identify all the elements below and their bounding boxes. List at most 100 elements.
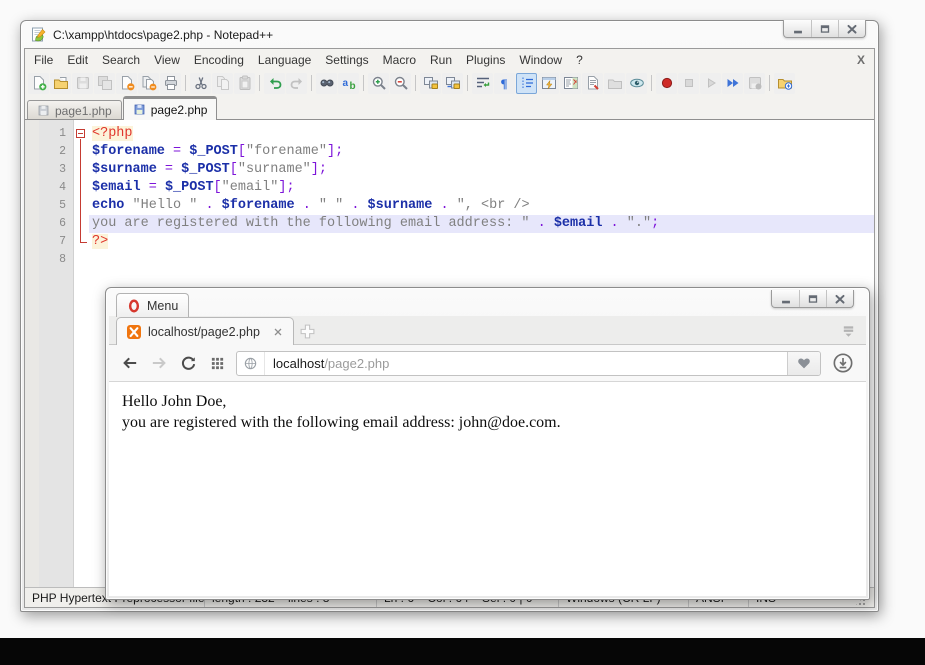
url-text: localhost/page2.php bbox=[265, 356, 389, 371]
menu-help[interactable]: ? bbox=[569, 50, 590, 70]
opera-minimize-button[interactable] bbox=[772, 290, 799, 307]
function-list-button[interactable] bbox=[538, 73, 559, 94]
menubar-close-button[interactable]: X bbox=[857, 53, 874, 67]
show-indent-guide-button[interactable] bbox=[516, 73, 537, 94]
replace-icon: ab bbox=[341, 75, 357, 91]
document-switcher-button[interactable] bbox=[582, 73, 603, 94]
paste-button[interactable] bbox=[234, 73, 255, 94]
doc-tab-page2-php[interactable]: page2.php bbox=[123, 96, 218, 120]
menu-encoding[interactable]: Encoding bbox=[187, 50, 251, 70]
menu-search[interactable]: Search bbox=[95, 50, 147, 70]
opera-maximize-button[interactable] bbox=[799, 290, 826, 307]
bookmark-margin[interactable] bbox=[25, 179, 39, 197]
toolbar-separator bbox=[651, 75, 652, 91]
menu-plugins[interactable]: Plugins bbox=[459, 50, 512, 70]
document-map-button[interactable] bbox=[560, 73, 581, 94]
undo-button[interactable] bbox=[264, 73, 285, 94]
menu-run[interactable]: Run bbox=[423, 50, 459, 70]
code-text bbox=[89, 251, 874, 269]
start-recording-button[interactable] bbox=[656, 73, 677, 94]
line-number: 2 bbox=[39, 143, 73, 161]
fold-margin[interactable] bbox=[73, 125, 89, 143]
open-file-button[interactable] bbox=[50, 73, 71, 94]
sync-horizontal-scroll-button[interactable] bbox=[442, 73, 463, 94]
find-icon bbox=[319, 75, 335, 91]
zoom-in-button[interactable] bbox=[368, 73, 389, 94]
find-button[interactable] bbox=[316, 73, 337, 94]
code-text: ?> bbox=[89, 233, 874, 251]
opera-tab-localhost[interactable]: localhost/page2.php bbox=[116, 317, 294, 345]
opera-window-controls bbox=[771, 290, 854, 308]
code-line-6: 6you are registered with the following e… bbox=[25, 215, 874, 233]
code-line-4: 4$email = $_POST["email"]; bbox=[25, 179, 874, 197]
bookmark-margin[interactable] bbox=[25, 125, 39, 143]
toolbar-separator bbox=[363, 75, 364, 91]
menu-file[interactable]: File bbox=[27, 50, 60, 70]
code-line-8: 8 bbox=[25, 251, 874, 269]
site-badge-icon[interactable] bbox=[237, 352, 265, 375]
redo-button[interactable] bbox=[286, 73, 307, 94]
address-bar[interactable]: localhost/page2.php bbox=[236, 351, 821, 376]
playback-button[interactable] bbox=[700, 73, 721, 94]
page-text-line: you are registered with the following em… bbox=[122, 412, 853, 433]
saved-file-icon bbox=[37, 104, 50, 117]
speed-dial-icon[interactable] bbox=[207, 353, 227, 373]
code-text: you are registered with the following em… bbox=[89, 215, 874, 233]
opera-close-button[interactable] bbox=[826, 290, 853, 307]
forward-button[interactable] bbox=[149, 353, 169, 373]
open-containing-folder-button[interactable] bbox=[774, 73, 795, 94]
zoom-out-button[interactable] bbox=[390, 73, 411, 94]
close-all-button[interactable] bbox=[138, 73, 159, 94]
bookmark-margin[interactable] bbox=[25, 215, 39, 233]
line-number: 7 bbox=[39, 233, 73, 251]
close-file-button[interactable] bbox=[116, 73, 137, 94]
code-line-5: 5echo "Hello " . $forename . " " . $surn… bbox=[25, 197, 874, 215]
tab-menu-icon[interactable] bbox=[840, 324, 857, 339]
copy-button[interactable] bbox=[212, 73, 233, 94]
run-macro-multiple-button[interactable] bbox=[722, 73, 743, 94]
new-tab-button[interactable] bbox=[299, 323, 316, 340]
opera-menu-button[interactable]: Menu bbox=[116, 293, 189, 317]
fold-collapse-icon[interactable] bbox=[76, 129, 85, 138]
new-file-button[interactable] bbox=[28, 73, 49, 94]
word-wrap-button[interactable] bbox=[472, 73, 493, 94]
menu-settings[interactable]: Settings bbox=[318, 50, 375, 70]
bookmark-margin[interactable] bbox=[25, 251, 39, 269]
save-button[interactable] bbox=[72, 73, 93, 94]
preview-in-browser-button[interactable] bbox=[626, 73, 647, 94]
bookmark-margin[interactable] bbox=[25, 233, 39, 251]
close-button[interactable] bbox=[838, 20, 865, 37]
opera-titlebar[interactable]: Menu bbox=[109, 291, 866, 316]
sync-vertical-scroll-button[interactable] bbox=[420, 73, 441, 94]
replace-button[interactable]: ab bbox=[338, 73, 359, 94]
paste-icon bbox=[237, 75, 253, 91]
url-path: /page2.php bbox=[324, 356, 389, 371]
minimize-button[interactable] bbox=[784, 20, 811, 37]
save-recorded-macro-button[interactable] bbox=[744, 73, 765, 94]
restore-button[interactable] bbox=[811, 20, 838, 37]
bookmark-margin[interactable] bbox=[25, 197, 39, 215]
menu-window[interactable]: Window bbox=[512, 50, 569, 70]
menu-language[interactable]: Language bbox=[251, 50, 318, 70]
svg-text:b: b bbox=[349, 81, 355, 91]
save-all-icon bbox=[97, 75, 113, 91]
download-button[interactable] bbox=[830, 351, 855, 376]
save-all-button[interactable] bbox=[94, 73, 115, 94]
cut-button[interactable] bbox=[190, 73, 211, 94]
code-text: $email = $_POST["email"]; bbox=[89, 179, 874, 197]
menu-macro[interactable]: Macro bbox=[376, 50, 423, 70]
menu-edit[interactable]: Edit bbox=[60, 50, 95, 70]
bookmark-heart-button[interactable] bbox=[787, 352, 820, 375]
tab-close-icon[interactable] bbox=[272, 326, 284, 338]
bookmark-margin[interactable] bbox=[25, 143, 39, 161]
menu-view[interactable]: View bbox=[147, 50, 187, 70]
reload-button[interactable] bbox=[178, 353, 198, 373]
stop-recording-button[interactable] bbox=[678, 73, 699, 94]
doc-tab-page1-php[interactable]: page1.php bbox=[27, 100, 122, 120]
back-button[interactable] bbox=[120, 353, 140, 373]
project-panel-button[interactable] bbox=[604, 73, 625, 94]
show-all-characters-button[interactable]: ¶ bbox=[494, 73, 515, 94]
notepad-titlebar[interactable]: C:\xampp\htdocs\page2.php - Notepad++ bbox=[21, 21, 878, 48]
print-button[interactable] bbox=[160, 73, 181, 94]
bookmark-margin[interactable] bbox=[25, 161, 39, 179]
